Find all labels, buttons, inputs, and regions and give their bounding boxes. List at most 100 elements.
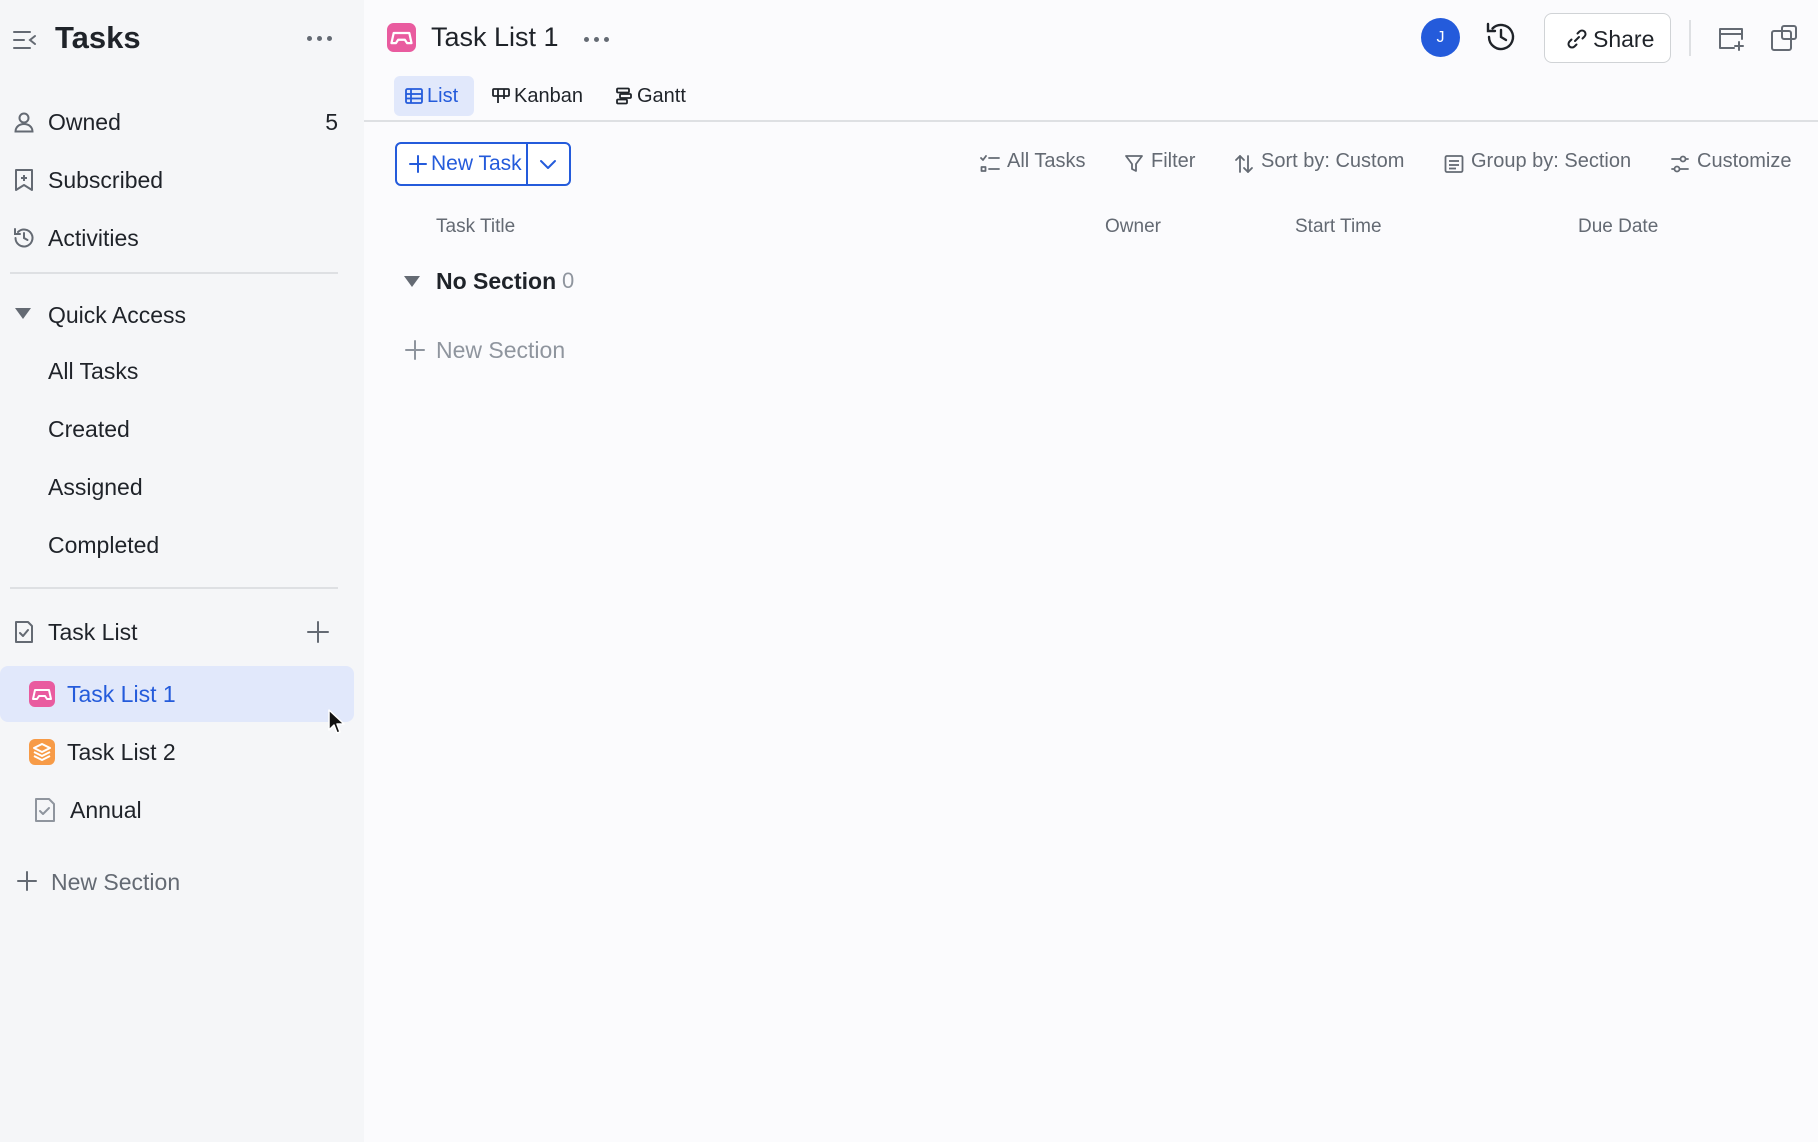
main-panel: Task List 1 J Share List Kanban Gantt Ne…: [364, 0, 1818, 1142]
share-button[interactable]: Share: [1544, 13, 1671, 63]
new-window-icon[interactable]: [1716, 23, 1746, 53]
owned-count: 5: [325, 109, 338, 135]
open-in-new-window-icon[interactable]: [1769, 23, 1799, 53]
task-list-icon: [12, 620, 36, 644]
sidebar-item-label: Activities: [48, 225, 139, 251]
sidebar-item-label: Subscribed: [48, 167, 164, 193]
sort-icon: [1234, 154, 1254, 174]
sort-label: Sort by: Custom: [1261, 150, 1405, 172]
new-task-split-button: New Task: [395, 142, 571, 186]
sliders-icon: [1670, 154, 1690, 174]
quick-access-completed[interactable]: Completed: [0, 520, 364, 570]
all-tasks-label: All Tasks: [1007, 150, 1086, 172]
sidebar-divider: [10, 587, 338, 589]
column-header-due-date[interactable]: Due Date: [1578, 216, 1658, 238]
person-icon: [12, 110, 36, 134]
filter-button[interactable]: Filter: [1124, 150, 1214, 178]
column-header-owner[interactable]: Owner: [1105, 216, 1161, 238]
task-list-item-annual[interactable]: Annual: [0, 782, 354, 838]
tab-list[interactable]: List: [394, 76, 474, 116]
pink-gamepad-icon: [387, 23, 416, 52]
task-list-item-2[interactable]: Task List 2: [0, 724, 354, 780]
quick-access-label: Completed: [48, 532, 160, 558]
sort-button[interactable]: Sort by: Custom: [1234, 150, 1414, 178]
quick-access-created[interactable]: Created: [0, 404, 364, 454]
sidebar-divider: [10, 272, 338, 274]
view-tabs: List Kanban Gantt: [364, 74, 1818, 122]
tab-label: Kanban: [514, 85, 583, 107]
add-task-list-icon[interactable]: [304, 618, 332, 646]
all-tasks-filter-button[interactable]: All Tasks: [980, 150, 1100, 178]
sidebar-item-owned[interactable]: Owned 5: [0, 96, 364, 148]
filter-icon: [1124, 154, 1144, 174]
customize-label: Customize: [1697, 150, 1792, 172]
quick-access-toggle[interactable]: Quick Access: [0, 290, 364, 340]
tab-label: List: [427, 85, 459, 107]
group-by-button[interactable]: Group by: Section: [1444, 150, 1634, 178]
mouse-cursor-icon: [327, 708, 347, 736]
column-header-start-time[interactable]: Start Time: [1295, 216, 1382, 238]
quick-access-label: All Tasks: [48, 358, 139, 384]
new-section-button[interactable]: New Section: [364, 330, 664, 370]
tab-kanban[interactable]: Kanban: [481, 76, 591, 116]
plus-icon: [16, 870, 38, 892]
sidebar: Tasks Owned 5 Subscribed Activities Quic…: [0, 0, 364, 1142]
task-list-icon: [32, 797, 58, 823]
avatar[interactable]: J: [1421, 18, 1460, 57]
quick-access-label: Quick Access: [48, 302, 187, 328]
task-list-header[interactable]: Task List: [0, 606, 364, 658]
tab-gantt[interactable]: Gantt: [604, 76, 699, 116]
page-title[interactable]: Task List 1: [431, 22, 559, 53]
task-list-item-1[interactable]: Task List 1: [0, 666, 354, 722]
sidebar-title: Tasks: [55, 20, 141, 55]
sidebar-item-subscribed[interactable]: Subscribed: [0, 154, 364, 206]
group-icon: [1444, 154, 1464, 174]
link-icon: [1566, 28, 1588, 50]
task-list-item-label: Task List 2: [67, 739, 176, 765]
sidebar-header: Tasks: [0, 0, 364, 78]
sidebar-new-section-button[interactable]: New Section: [0, 855, 364, 907]
new-section-label: New Section: [51, 869, 181, 895]
kanban-icon: [492, 87, 510, 105]
gantt-icon: [615, 87, 633, 105]
bookmark-icon: [12, 168, 36, 192]
new-section-label: New Section: [436, 337, 566, 363]
quick-access-assigned[interactable]: Assigned: [0, 462, 364, 512]
table-icon: [405, 87, 423, 105]
section-count: 0: [562, 268, 575, 293]
filter-label: Filter: [1151, 150, 1196, 172]
sidebar-item-activities[interactable]: Activities: [0, 212, 364, 264]
caret-down-icon[interactable]: [404, 276, 420, 287]
section-row[interactable]: No Section 0: [364, 262, 1818, 302]
more-options-icon[interactable]: [582, 25, 610, 53]
quick-access-label: Created: [48, 416, 130, 442]
top-bar: Task List 1 J Share: [364, 0, 1818, 74]
collapse-sidebar-icon[interactable]: [12, 28, 38, 52]
checklist-icon: [980, 154, 1000, 174]
new-task-button[interactable]: New Task: [397, 144, 528, 184]
sidebar-item-label: Owned: [48, 109, 121, 135]
pink-gamepad-icon: [29, 681, 55, 707]
history-icon: [12, 226, 36, 250]
new-task-dropdown[interactable]: [528, 144, 569, 184]
sidebar-more-icon[interactable]: [305, 24, 333, 52]
customize-button[interactable]: Customize: [1670, 150, 1810, 178]
chevron-down-icon: [540, 160, 556, 169]
section-title: No Section: [436, 268, 557, 294]
history-icon[interactable]: [1484, 20, 1518, 54]
caret-down-icon: [15, 308, 31, 319]
orange-layers-icon: [29, 739, 55, 765]
task-toolbar: New Task All Tasks Filter Sort by: Custo…: [364, 138, 1818, 190]
task-list-item-label: Task List 1: [67, 681, 176, 707]
group-by-label: Group by: Section: [1471, 150, 1632, 172]
task-list-item-label: Annual: [70, 797, 142, 823]
quick-access-label: Assigned: [48, 474, 143, 500]
plus-icon: [404, 339, 426, 361]
quick-access-all-tasks[interactable]: All Tasks: [0, 346, 364, 396]
share-label: Share: [1593, 26, 1655, 52]
task-list-label: Task List: [48, 619, 138, 645]
plus-icon: [409, 155, 427, 173]
tab-label: Gantt: [637, 85, 686, 107]
toolbar-divider: [1689, 20, 1691, 56]
column-header-task-title[interactable]: Task Title: [436, 216, 515, 238]
